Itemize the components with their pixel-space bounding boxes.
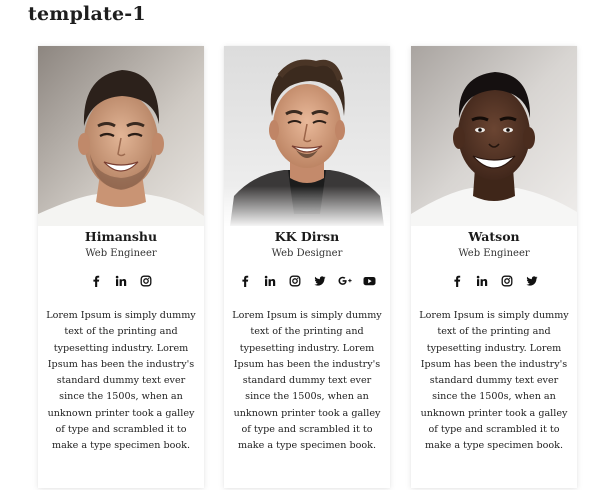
member-description: Lorem Ipsum is simply dummy text of the … bbox=[232, 310, 382, 452]
social-links bbox=[224, 274, 390, 288]
social-links bbox=[411, 274, 577, 288]
member-name: Watson bbox=[468, 229, 520, 244]
instagram-icon[interactable] bbox=[288, 274, 302, 288]
linkedin-icon[interactable] bbox=[475, 274, 489, 288]
facebook-icon[interactable] bbox=[89, 274, 103, 288]
twitter-icon[interactable] bbox=[313, 274, 327, 288]
member-description: Lorem Ipsum is simply dummy text of the … bbox=[46, 310, 196, 452]
member-name: Himanshu bbox=[84, 229, 158, 244]
member-role: Web Designer bbox=[271, 248, 343, 259]
member-role: Web Engineer bbox=[85, 248, 157, 259]
profile-photo bbox=[38, 46, 204, 226]
facebook-icon[interactable] bbox=[238, 274, 252, 288]
team-card-watson: Watson Web Engineer Lorem Ipsum is simpl… bbox=[411, 46, 577, 488]
member-name: KK Dirsn bbox=[274, 229, 340, 244]
instagram-icon[interactable] bbox=[500, 274, 514, 288]
social-links bbox=[38, 274, 204, 288]
team-card-kk-dirsn: KK Dirsn Web Designer Lorem Ipsum is sim… bbox=[224, 46, 390, 488]
instagram-icon[interactable] bbox=[139, 274, 153, 288]
linkedin-icon[interactable] bbox=[114, 274, 128, 288]
member-role: Web Engineer bbox=[458, 248, 530, 259]
team-cards: Himanshu Web Engineer Lorem Ipsum is sim… bbox=[0, 0, 602, 490]
linkedin-icon[interactable] bbox=[263, 274, 277, 288]
twitter-icon[interactable] bbox=[525, 274, 539, 288]
profile-photo bbox=[411, 46, 577, 226]
facebook-icon[interactable] bbox=[450, 274, 464, 288]
youtube-icon[interactable] bbox=[363, 274, 377, 288]
team-card-himanshu: Himanshu Web Engineer Lorem Ipsum is sim… bbox=[38, 46, 204, 488]
member-description: Lorem Ipsum is simply dummy text of the … bbox=[419, 310, 569, 452]
google-plus-icon[interactable] bbox=[338, 274, 352, 288]
profile-photo bbox=[224, 46, 390, 226]
